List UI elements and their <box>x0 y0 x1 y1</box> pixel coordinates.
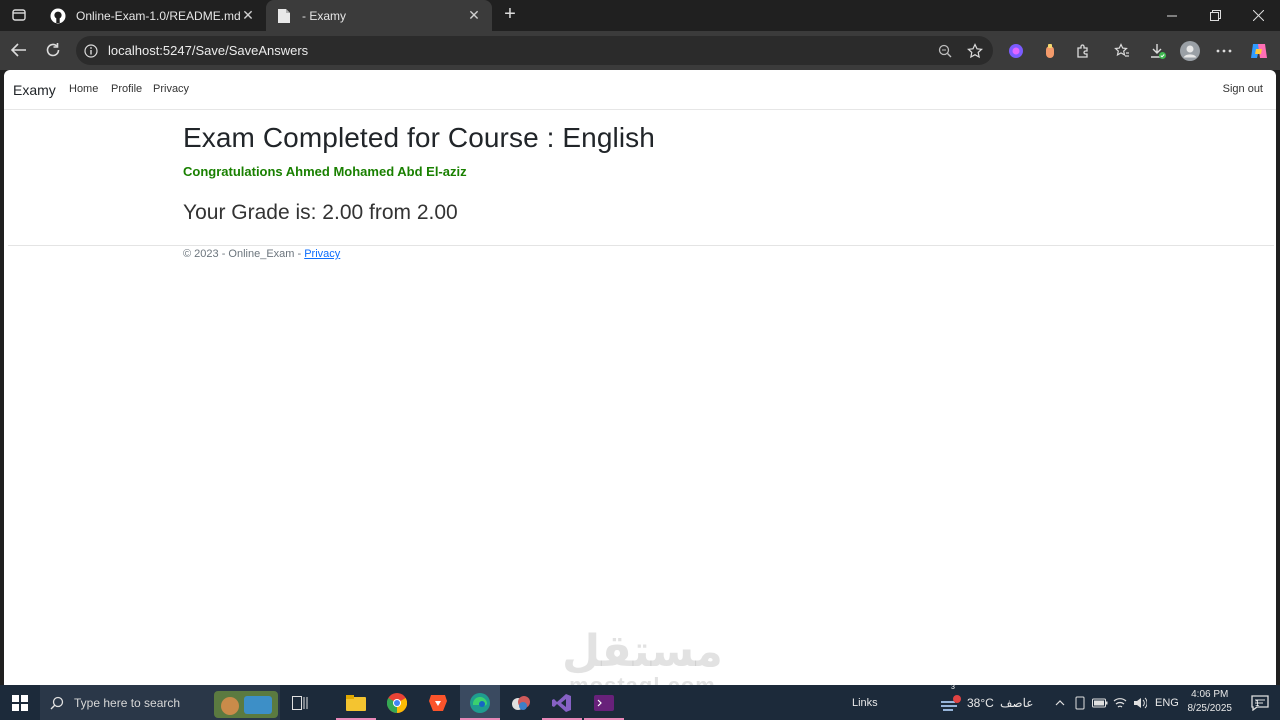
page-viewport: Examy Home Profile Privacy Sign out Exam… <box>4 70 1276 685</box>
tab-close-icon[interactable]: ✕ <box>240 7 256 24</box>
weather-badge: 3 <box>951 683 955 691</box>
extensions-puzzle-icon[interactable] <box>1073 41 1093 61</box>
taskbar-search-box[interactable]: Type here to search <box>40 685 280 720</box>
github-icon <box>50 8 66 24</box>
clock-time: 4:06 PM <box>1191 689 1229 700</box>
clock-date: 8/25/2025 <box>1187 703 1233 714</box>
tab-close-icon[interactable]: ✕ <box>466 7 482 24</box>
extension-icon[interactable] <box>1040 41 1060 61</box>
profile-avatar-icon[interactable] <box>1180 41 1200 61</box>
page-icon <box>276 8 292 24</box>
show-hidden-icons-chevron-up-icon[interactable] <box>1050 685 1070 720</box>
page-title: Exam Completed for Course : English <box>183 122 655 153</box>
close-window-icon[interactable] <box>1236 0 1280 31</box>
footer: © 2023 - Online_Exam - Privacy <box>183 248 340 260</box>
main-content: Exam Completed for Course : English Cong… <box>183 122 655 225</box>
search-placeholder: Type here to search <box>74 695 181 710</box>
taskbar: Type here to search Links 3 38°C عاصف EN… <box>0 684 1280 720</box>
refresh-icon[interactable] <box>42 39 64 61</box>
chrome-icon[interactable] <box>377 685 417 720</box>
favorites-icon[interactable] <box>1112 41 1132 61</box>
tab-github-readme[interactable]: Online-Exam-1.0/README.md at ✕ <box>40 0 266 31</box>
search-icon <box>50 696 64 709</box>
wifi-icon[interactable] <box>1110 685 1130 720</box>
url-text[interactable]: localhost:5247/Save/SaveAnswers <box>108 43 308 58</box>
copilot-extension-icon[interactable] <box>1006 41 1026 61</box>
notification-count-badge: 1 <box>1255 698 1260 708</box>
brave-icon[interactable] <box>418 685 458 720</box>
tab-strip: Online-Exam-1.0/README.md at ✕ - Examy ✕… <box>0 0 1280 31</box>
copilot-icon[interactable] <box>1249 41 1269 61</box>
grade-text: Your Grade is: 2.00 from 2.00 <box>183 201 458 224</box>
footer-divider <box>8 245 1274 246</box>
nav-privacy-link[interactable]: Privacy <box>153 83 189 95</box>
battery-icon[interactable] <box>1090 685 1110 720</box>
weather-description[interactable]: عاصف <box>1000 685 1033 720</box>
notification-center-icon[interactable] <box>1240 685 1280 720</box>
cloud-app-icon[interactable] <box>501 685 541 720</box>
footer-privacy-link[interactable]: Privacy <box>304 248 340 260</box>
nav-profile-link[interactable]: Profile <box>111 83 142 95</box>
congratulations-message: Congratulations Ahmed Mohamed Abd El-azi… <box>183 164 467 179</box>
terminal-app-icon[interactable] <box>584 685 624 720</box>
links-toolbar-label[interactable]: Links <box>852 685 878 720</box>
tab-title: - Examy <box>302 8 347 23</box>
favorite-star-icon[interactable] <box>967 43 983 59</box>
sign-out-link[interactable]: Sign out <box>1223 83 1263 95</box>
zoom-icon[interactable] <box>937 43 953 59</box>
back-icon[interactable] <box>8 39 30 61</box>
search-highlight-image-icon <box>214 690 279 718</box>
weather-icon[interactable] <box>935 685 965 720</box>
file-explorer-icon[interactable] <box>336 685 376 720</box>
downloads-icon[interactable] <box>1148 41 1168 61</box>
weather-temperature[interactable]: 38°C <box>967 685 994 720</box>
input-language-indicator[interactable]: ENG <box>1155 685 1179 720</box>
footer-copyright: © 2023 - Online_Exam - <box>183 248 305 260</box>
minimize-icon[interactable] <box>1150 0 1194 31</box>
tab-actions-icon[interactable] <box>8 5 30 25</box>
task-view-icon[interactable] <box>280 685 320 720</box>
watermark-arabic: مستقل <box>562 626 723 677</box>
more-menu-icon[interactable] <box>1214 41 1234 61</box>
volume-icon[interactable] <box>1130 685 1150 720</box>
tab-title: Online-Exam-1.0/README.md at <box>76 8 240 23</box>
site-navbar: Examy Home Profile Privacy Sign out <box>4 70 1276 110</box>
nav-home-link[interactable]: Home <box>69 83 98 95</box>
tab-examy[interactable]: - Examy ✕ <box>266 0 492 31</box>
address-bar[interactable]: localhost:5247/Save/SaveAnswers <box>76 36 993 65</box>
site-info-icon[interactable] <box>83 43 99 59</box>
watermark-latin: mostaql.com <box>562 674 723 686</box>
visual-studio-icon[interactable] <box>542 685 582 720</box>
edge-icon[interactable] <box>460 685 500 720</box>
brand-link[interactable]: Examy <box>13 82 56 98</box>
windows-start-icon[interactable] <box>12 695 28 711</box>
restore-icon[interactable] <box>1193 0 1237 31</box>
browser-toolbar: localhost:5247/Save/SaveAnswers <box>0 31 1280 70</box>
new-tab-icon[interactable]: + <box>500 4 520 25</box>
device-icon[interactable] <box>1070 685 1090 720</box>
watermark: مستقل mostaql.com <box>562 626 723 686</box>
taskbar-clock[interactable]: 4:06 PM 8/25/2025 <box>1188 688 1233 716</box>
